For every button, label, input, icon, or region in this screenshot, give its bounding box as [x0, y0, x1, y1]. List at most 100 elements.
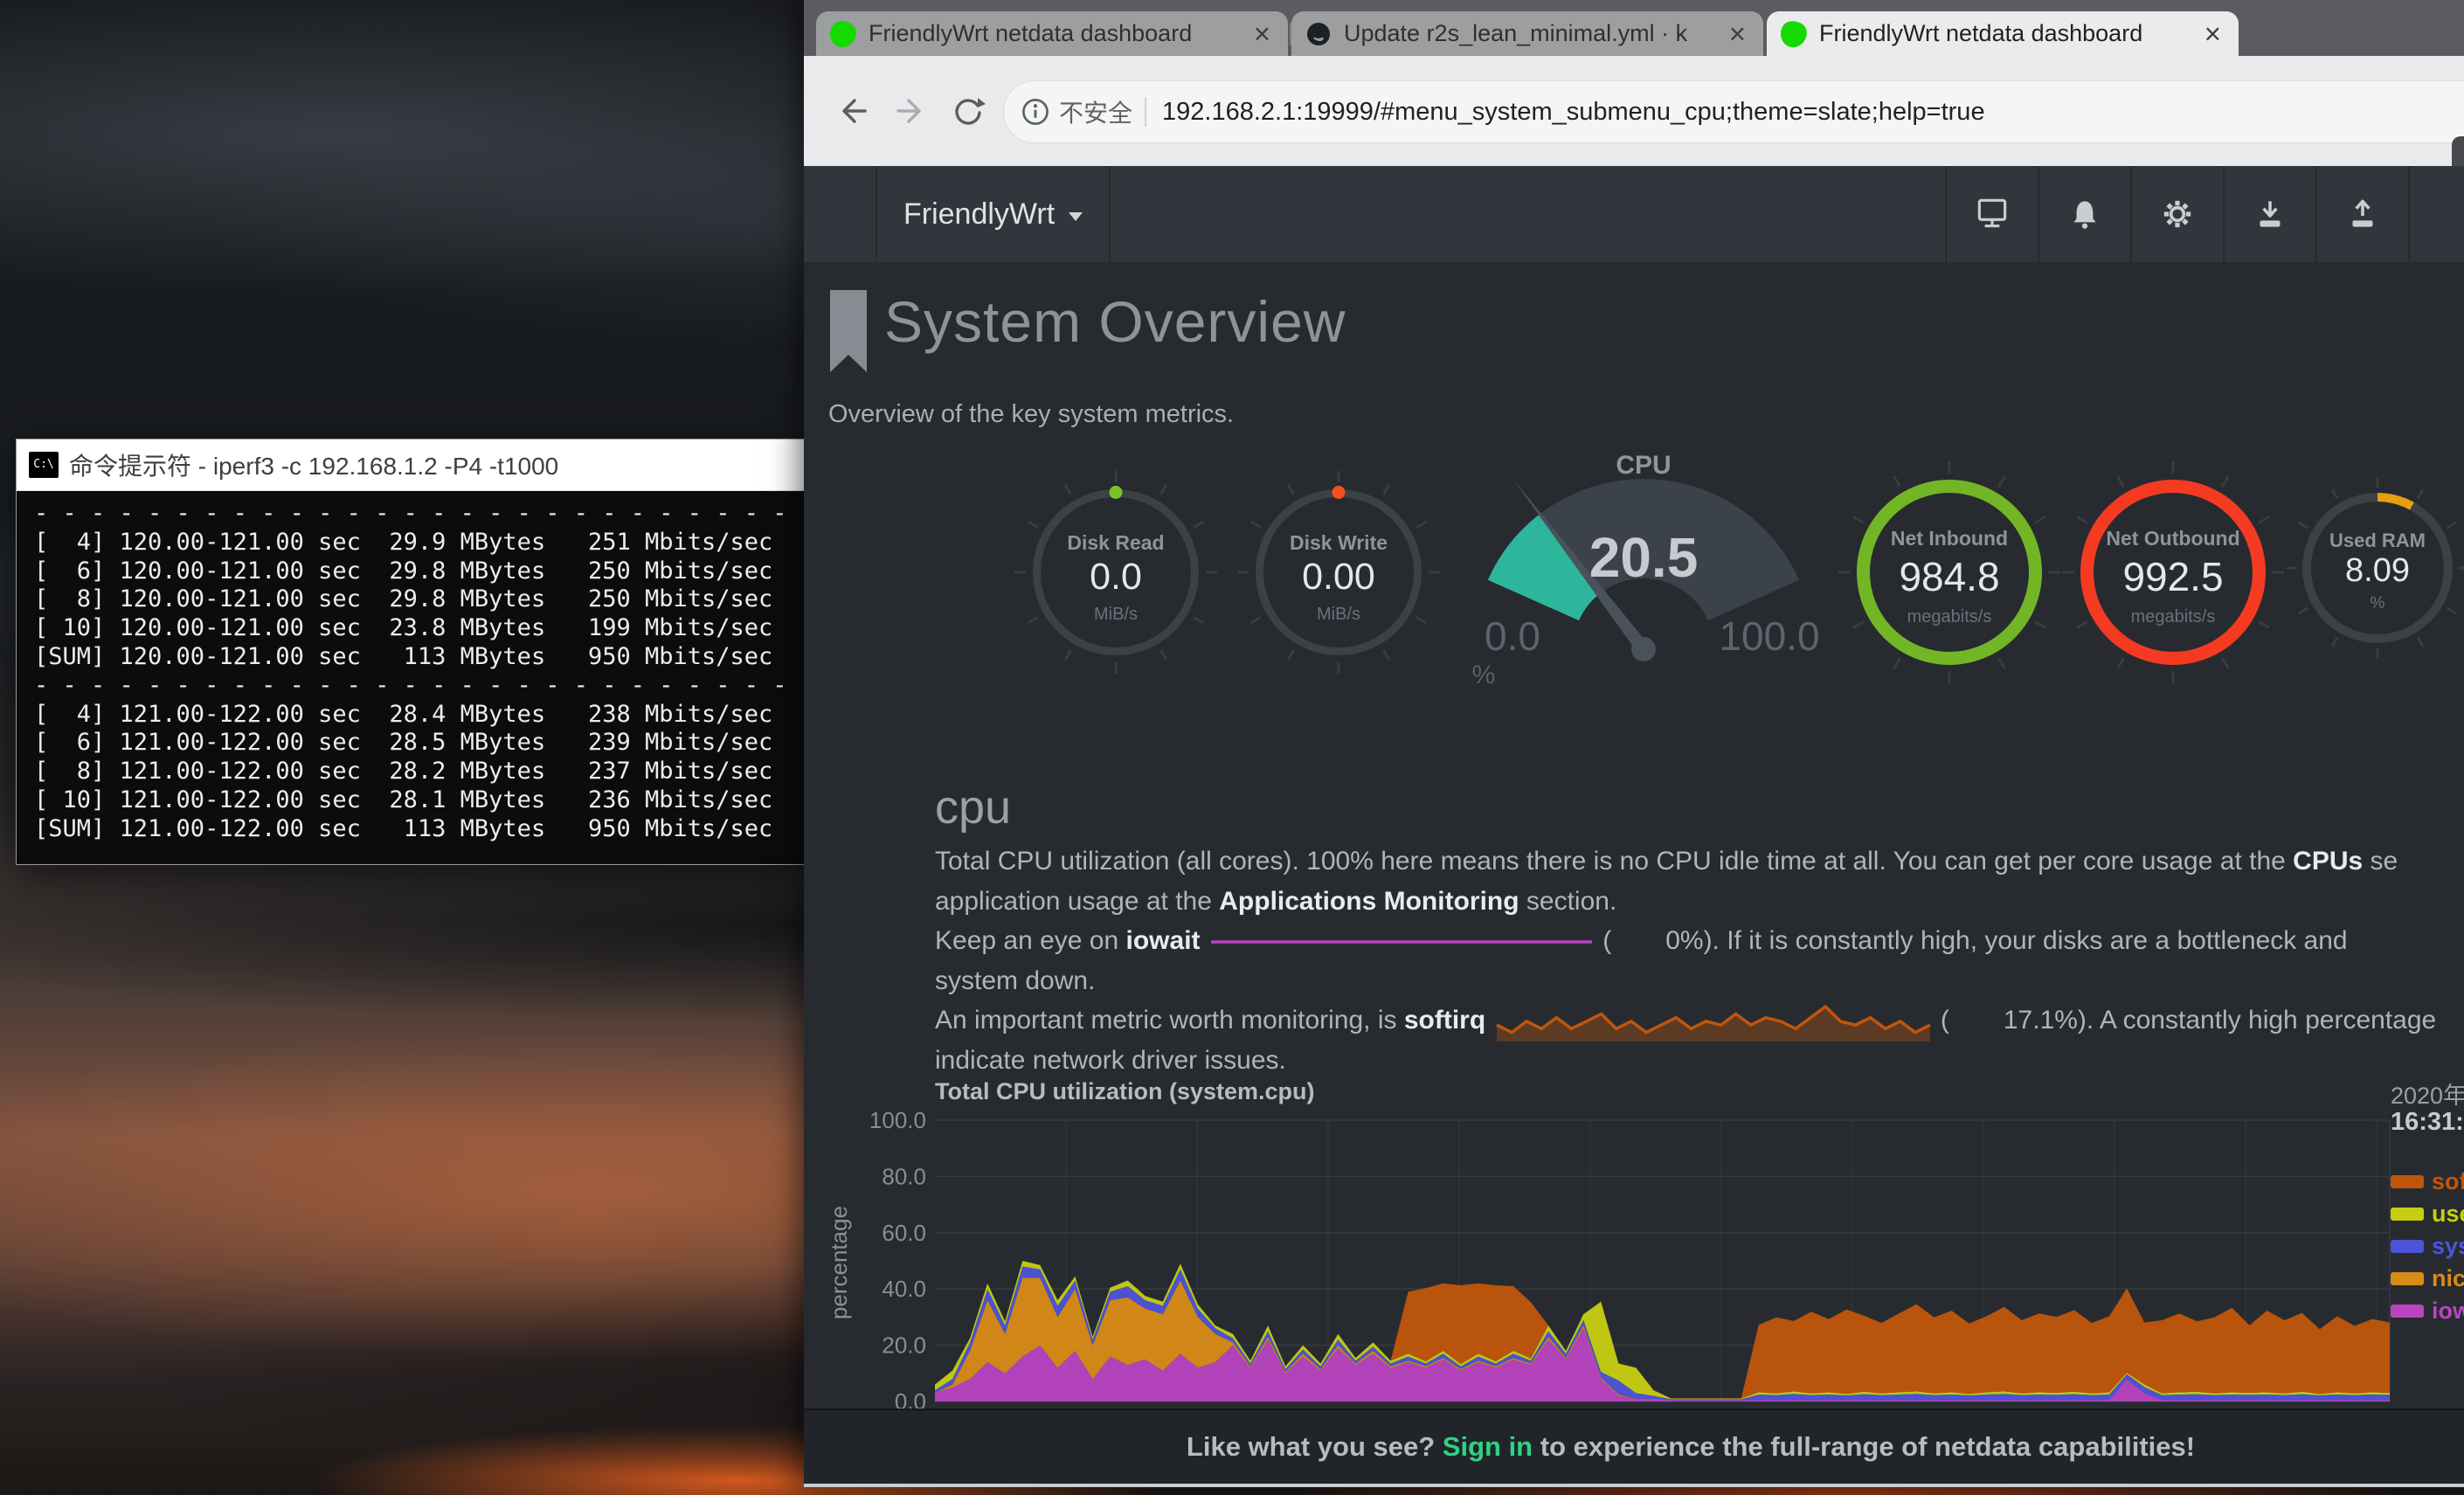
download-icon	[2250, 194, 2290, 234]
gauge-value: 0.0	[1033, 556, 1199, 599]
y-tick-label: 80.0	[882, 1163, 926, 1189]
navbar-left-pad	[804, 166, 877, 262]
inline-link[interactable]: CPUs	[2293, 847, 2363, 876]
nodes-view-button[interactable]	[1945, 166, 2038, 262]
text-run	[1485, 1006, 1492, 1035]
netdata-navbar: FriendlyWrt	[804, 166, 2464, 262]
terminal-window: C:\ 命令提示符 - iperf3 -c 192.168.1.2 -P4 -t…	[16, 439, 806, 865]
text-run: Keep an eye on	[935, 926, 1126, 955]
text-run: (	[1595, 926, 1611, 955]
legend-label: use	[2432, 1201, 2464, 1228]
gauge-value-dot	[1332, 486, 1346, 499]
export-snapshot-button[interactable]	[2223, 166, 2315, 262]
legend-item[interactable]: iow	[2391, 1295, 2464, 1327]
chart-legend: soft use sys nice iow	[2391, 1166, 2464, 1327]
browser-tabstrip: FriendlyWrt netdata dashboard × Update r…	[804, 0, 2464, 56]
legend-swatch	[2391, 1240, 2424, 1253]
back-icon[interactable]	[835, 93, 870, 128]
legend-item[interactable]: sys	[2391, 1230, 2464, 1263]
bookmark-icon	[826, 288, 871, 376]
info-icon[interactable]	[1021, 97, 1050, 127]
legend-item[interactable]: soft	[2391, 1166, 2464, 1198]
page-subtitle: Overview of the key system metrics.	[828, 400, 1234, 429]
gauge-used-ram[interactable]: Used RAM 8.09 %	[2302, 493, 2453, 643]
text-run: 0%). If it is constantly high, your disk…	[1665, 926, 2347, 955]
legend-label: iow	[2432, 1298, 2464, 1325]
legend-label: nice	[2432, 1265, 2464, 1292]
text-run: 17.1%). A constantly high percentage	[2004, 1006, 2436, 1035]
settings-button[interactable]	[2130, 166, 2223, 262]
legend-label: soft	[2432, 1168, 2464, 1195]
gear-icon	[2157, 194, 2198, 234]
gauge-net-inbound[interactable]: Net Inbound 984.8 megabits/s	[1857, 480, 2042, 665]
navbar-right-pad	[2408, 166, 2464, 262]
tab-close-icon[interactable]: ×	[1250, 21, 1274, 47]
signin-banner: Like what you see? Sign in to experience…	[804, 1408, 2464, 1484]
address-bar[interactable]: 不安全 192.168.2.1:19999/#menu_system_subme…	[1003, 80, 2464, 143]
browser-toolbar: 不安全 192.168.2.1:19999/#menu_system_subme…	[804, 56, 2464, 166]
inline-link[interactable]: Applications Monitoring	[1219, 887, 1519, 916]
text-run: Total CPU utilization (all cores). 100% …	[935, 847, 2293, 876]
chevron-down-icon	[1069, 212, 1083, 221]
gauge-unit: %	[2302, 594, 2453, 613]
gauge-value-dot	[1110, 486, 1123, 499]
tab-github[interactable]: Update r2s_lean_minimal.yml · k ×	[1291, 11, 1763, 56]
section-title-cpu: cpu	[935, 780, 1011, 834]
gauge-value: 992.5	[2080, 553, 2266, 600]
import-snapshot-button[interactable]	[2315, 166, 2408, 262]
text-run: application usage at the	[935, 887, 1219, 916]
text-run	[1201, 926, 1208, 955]
gauge-disk-write[interactable]: Disk Write 0.00 MiB/s	[1256, 489, 1422, 655]
gauge-value: 8.09	[2302, 552, 2453, 590]
gauge-label: Net Outbound	[2080, 527, 2266, 550]
tab-title: FriendlyWrt netdata dashboard	[869, 20, 1250, 47]
gauge-min: 0.0	[1485, 613, 1540, 659]
gauge-label: Net Inbound	[1857, 527, 2042, 550]
gauge-label: Disk Read	[1033, 531, 1199, 555]
y-tick-label: 20.0	[882, 1332, 926, 1359]
page-title: System Overview	[884, 288, 1346, 355]
legend-item[interactable]: use	[2391, 1198, 2464, 1230]
legend-label: sys	[2432, 1233, 2464, 1260]
gauge-cpu[interactable]: CPU 20.5 0.0 100.0 %	[1450, 454, 1837, 708]
host-name: FriendlyWrt	[903, 197, 1055, 232]
browser-bottom-edge	[804, 1484, 2464, 1487]
sign-in-link[interactable]: Sign in	[1443, 1431, 1533, 1462]
sparkline-iowait[interactable]	[1209, 927, 1594, 957]
tab-close-icon[interactable]: ×	[1726, 21, 1749, 47]
gauge-unit: megabits/s	[1857, 607, 2042, 627]
text-run: system down.	[935, 966, 1095, 995]
forward-icon[interactable]	[893, 93, 928, 128]
gauge-disk-read[interactable]: Disk Read 0.0 MiB/s	[1033, 489, 1199, 655]
banner-text-post: to experience the full-range of netdata …	[1540, 1431, 2195, 1462]
security-badge[interactable]: 不安全	[1059, 94, 1132, 129]
gauge-value: 0.00	[1256, 556, 1422, 599]
alarms-button[interactable]	[2038, 166, 2130, 262]
bell-icon	[2065, 194, 2105, 234]
legend-item[interactable]: nice	[2391, 1263, 2464, 1295]
legend-swatch	[2391, 1305, 2424, 1318]
url-text[interactable]: 192.168.2.1:19999/#menu_system_submenu_c…	[1162, 98, 1985, 127]
gauge-label: CPU	[1616, 454, 1671, 480]
bold-term: softirq	[1404, 1006, 1485, 1035]
terminal-title: 命令提示符 - iperf3 -c 192.168.1.2 -P4 -t1000	[69, 447, 558, 482]
sparkline-softirq[interactable]	[1495, 1000, 1932, 1043]
gauge-value: 984.8	[1857, 553, 2042, 600]
text-run: indicate network driver issues.	[935, 1046, 1286, 1075]
reload-icon[interactable]	[951, 93, 986, 128]
gauge-max: 100.0	[1719, 613, 1819, 659]
terminal-titlebar[interactable]: C:\ 命令提示符 - iperf3 -c 192.168.1.2 -P4 -t…	[17, 440, 805, 491]
host-dropdown[interactable]: FriendlyWrt	[877, 166, 1111, 262]
tab-friendlywrt-1[interactable]: FriendlyWrt netdata dashboard ×	[816, 11, 1288, 56]
tab-close-icon[interactable]: ×	[2201, 21, 2225, 47]
gauge-net-outbound[interactable]: Net Outbound 992.5 megabits/s	[2080, 480, 2266, 665]
netdata-favicon	[828, 19, 858, 49]
bold-term: iowait	[1126, 926, 1201, 955]
legend-swatch	[2391, 1272, 2424, 1285]
gauge-label: Disk Write	[1256, 531, 1422, 555]
gauge-label: Used RAM	[2302, 529, 2453, 552]
text-run: An important metric worth monitoring, is	[935, 1006, 1404, 1035]
tab-friendlywrt-2-active[interactable]: FriendlyWrt netdata dashboard ×	[1767, 11, 2239, 56]
y-tick-label: 40.0	[882, 1276, 926, 1302]
gauge-unit: MiB/s	[1256, 605, 1422, 625]
